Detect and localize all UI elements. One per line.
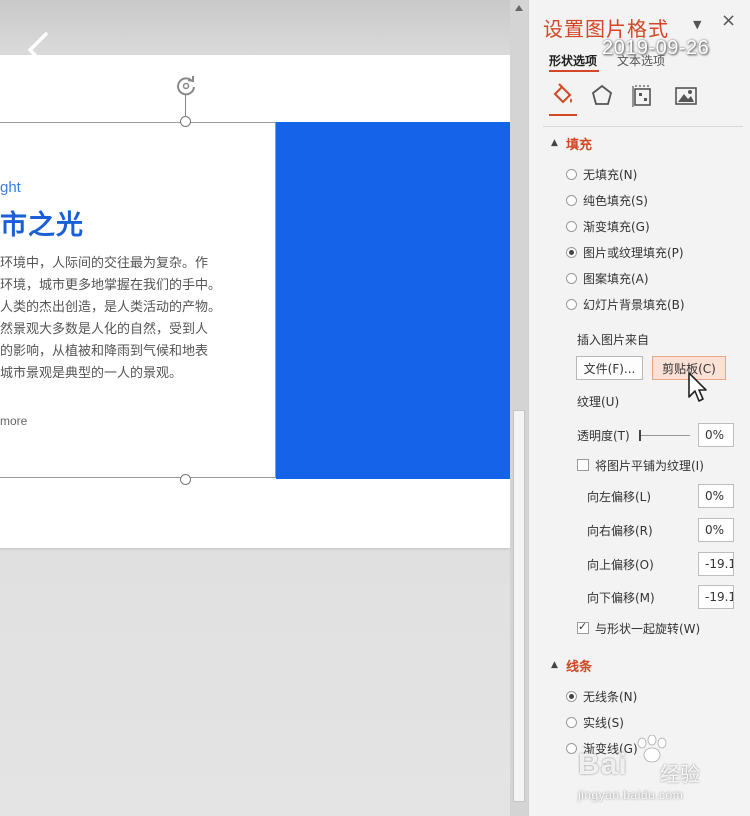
mouse-cursor-icon [688,372,707,402]
radio-label: 纯色填充(S) [583,193,648,208]
tile-checkbox[interactable] [577,459,589,471]
tab-text-options[interactable]: 文本选项 [617,52,665,69]
vertical-scrollbar[interactable] [510,0,528,816]
transparency-slider-thumb[interactable] [639,430,641,441]
radio-label: 渐变填充(G) [583,219,650,234]
line-section-title[interactable]: 线条 [566,656,592,675]
slide-title: 市之光 [0,210,84,241]
offset-right-input[interactable]: 0% [698,518,734,542]
active-tab-underline [549,70,599,72]
radio-button[interactable] [566,272,577,284]
fill-line-icon[interactable] [549,82,575,110]
rotate-with-shape-checkbox[interactable] [577,620,589,634]
offset-left-label: 向左偏移(L) [587,490,652,504]
format-picture-pane: 设置图片格式 ▼ × 2019-09-26 形状选项 文本选项 [528,0,750,816]
watermark-brand-cn: 经验 [660,762,700,786]
transparency-label: 透明度(T) [577,429,630,443]
radio-button[interactable] [566,716,577,728]
offset-bottom-input[interactable]: -19.1 [698,585,734,609]
radio-button-checked[interactable] [566,246,577,258]
radio-button-checked[interactable] [566,690,577,702]
radio-label: 实线(S) [583,715,624,730]
watermark-url: jingyan.baidu.com [578,788,684,802]
body-line: 的影响，从植被和降雨到气候和地表 [0,344,209,359]
slide-kicker-text: ght [0,179,21,196]
transparency-input[interactable]: 0% [698,423,734,447]
offset-top-input[interactable]: -19.1 [698,552,734,576]
body-line: 环境中，人际间的交往最为复杂。作 [0,256,209,271]
body-line: 环境，城市更多地掌握在我们的手中。 [0,278,222,293]
rotate-with-shape-label: 与形状一起旋转(W) [595,622,701,636]
radio-button[interactable] [566,168,577,180]
resize-handle-top[interactable] [180,116,191,127]
radio-label: 图案填充(A) [583,271,649,286]
pane-divider [543,126,743,127]
offset-left-input[interactable]: 0% [698,484,734,508]
radio-label: 无填充(N) [583,167,638,182]
fill-option-picture-texture[interactable]: 图片或纹理填充(P) [566,243,684,261]
resize-handle-bottom[interactable] [180,474,191,485]
radio-label: 幻灯片背景填充(B) [583,297,685,312]
fill-option-gradient[interactable]: 渐变填充(G) [566,217,650,235]
fill-option-solid[interactable]: 纯色填充(S) [566,191,648,209]
radio-label: 无线条(N) [583,689,638,704]
fill-option-pattern[interactable]: 图案填充(A) [566,269,649,287]
line-option-solid[interactable]: 实线(S) [566,713,624,731]
active-icon-underline [549,114,577,116]
picture-icon[interactable] [673,82,699,110]
slide-editor: ght 市之光 环境中，人际间的交往最为复杂。作 环境，城市更多地掌握在我们的手… [0,0,510,816]
fill-option-slide-background[interactable]: 幻灯片背景填充(B) [566,295,685,313]
transparency-slider-track[interactable] [640,435,690,436]
line-option-none[interactable]: 无线条(N) [566,687,637,705]
rotate-handle-icon[interactable] [173,73,199,99]
pane-options-dropdown-icon[interactable]: ▼ [693,18,701,31]
body-line: 然景观大多数是人化的自然，受到人 [0,322,209,337]
pane-close-icon[interactable]: × [721,10,736,31]
offset-right-label: 向右偏移(R) [587,524,653,538]
effects-pentagon-icon[interactable] [589,82,615,110]
insert-picture-from-label: 插入图片来自 [577,333,650,347]
radio-button[interactable] [566,194,577,206]
scroll-thumb[interactable] [513,410,525,802]
pane-icon-row [549,82,739,112]
tile-label: 将图片平铺为纹理(I) [595,459,704,473]
fill-section-title[interactable]: 填充 [566,134,592,153]
blue-rectangle-shape[interactable] [276,122,510,479]
size-properties-icon[interactable] [629,82,655,110]
texture-label[interactable]: 纹理(U) [577,393,619,410]
slide-body-text: 环境中，人际间的交往最为复杂。作 环境，城市更多地掌握在我们的手中。 人类的杰出… [0,253,272,385]
fill-option-none[interactable]: 无填充(N) [566,165,637,183]
offset-top-label: 向上偏移(O) [587,558,654,572]
file-button[interactable]: 文件(F)... [576,356,643,380]
slide-canvas[interactable]: ght 市之光 环境中，人际间的交往最为复杂。作 环境，城市更多地掌握在我们的手… [0,55,510,548]
more-link[interactable]: more [0,414,27,428]
offset-bottom-label: 向下偏移(M) [587,591,655,605]
radio-button[interactable] [566,220,577,232]
watermark-brand: Bai [578,748,628,781]
radio-button[interactable] [566,298,577,310]
line-collapse-icon[interactable]: ▲ [551,660,558,670]
radio-label: 图片或纹理填充(P) [583,245,684,260]
body-line: 城市景观是典型的一人的景观。 [0,366,183,381]
tab-shape-options[interactable]: 形状选项 [549,52,597,69]
fill-collapse-icon[interactable]: ▲ [551,138,558,148]
scroll-up-icon[interactable] [514,3,524,13]
body-line: 人类的杰出创造，是人类活动的产物。 [0,300,222,315]
